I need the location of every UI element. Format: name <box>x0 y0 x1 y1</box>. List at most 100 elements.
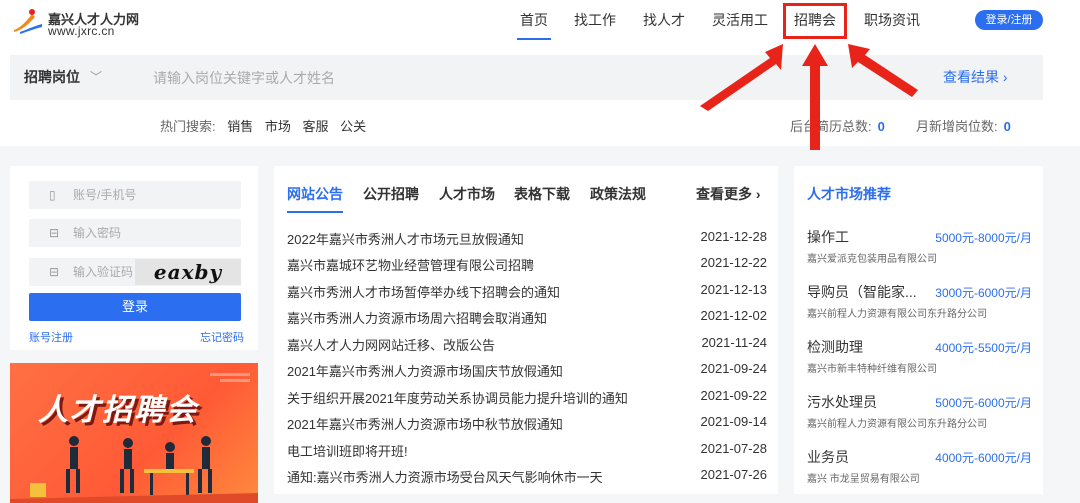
header: 嘉兴人才人力网 www.jxrc.cn 首页 找工作 找人才 灵活用工 招聘会 … <box>0 0 1080 146</box>
news-item[interactable]: 嘉兴市秀洲人力资源市场周六招聘会取消通知 2021-12-02 <box>287 308 767 327</box>
news-date: 2021-07-28 <box>700 441 768 456</box>
job-company: 嘉兴爱派克包装用品有限公司 <box>807 254 937 265</box>
annotation-highlight-box <box>783 3 847 39</box>
shield-icon: ⊟ <box>49 265 60 279</box>
view-results-button[interactable]: 查看结果 › <box>943 55 1008 100</box>
news-title: 电工培训班即将开班! <box>287 444 408 459</box>
news-date: 2021-09-22 <box>700 388 768 403</box>
news-item[interactable]: 2021年嘉兴市秀洲人力资源市场国庆节放假通知 2021-09-24 <box>287 361 767 380</box>
new-jobs-label: 月新增岗位数: <box>916 119 998 134</box>
tab-site-announcements[interactable]: 网站公告 <box>287 184 343 213</box>
logo-url: www.jxrc.cn <box>48 24 115 38</box>
login-button[interactable]: 登录 <box>29 293 241 321</box>
login-panel: ▯ 账号/手机号 ⊟ 输入密码 ⊟ 输入验证码 eaxby 登录 账号注册 忘记… <box>10 166 258 350</box>
job-salary: 3000元-6000元/月 <box>935 286 1032 300</box>
resume-count-value: 0 <box>877 119 885 134</box>
news-panel: 网站公告 公开招聘 人才市场 表格下载 政策法规 查看更多 › 2022年嘉兴市… <box>274 166 778 494</box>
forgot-password-link[interactable]: 忘记密码 <box>200 329 244 345</box>
news-date: 2021-12-13 <box>700 282 768 297</box>
tab-form-download[interactable]: 表格下载 <box>514 184 570 204</box>
news-title: 2021年嘉兴市秀洲人力资源市场国庆节放假通知 <box>287 364 563 379</box>
news-title: 关于组织开展2021年度劳动关系协调员能力提升培训的通知 <box>287 391 628 406</box>
news-date: 2021-07-26 <box>700 467 768 482</box>
chevron-right-icon: › <box>1002 69 1008 85</box>
news-date: 2021-09-24 <box>700 361 768 376</box>
news-date: 2021-09-14 <box>700 414 768 429</box>
job-company: 嘉兴市新丰特种纤维有限公司 <box>807 364 937 375</box>
job-company: 嘉兴 市龙呈贸易有限公司 <box>807 474 920 485</box>
password-placeholder: 输入密码 <box>73 226 122 240</box>
resume-count-label: 后台简历总数: <box>790 119 872 134</box>
login-register-button[interactable]: 登录/注册 <box>975 10 1043 30</box>
job-company: 嘉兴前程人力资源有限公司东升路分公司 <box>807 309 987 320</box>
tab-public-recruitment[interactable]: 公开招聘 <box>363 184 419 204</box>
job-salary: 5000元-8000元/月 <box>935 231 1032 245</box>
news-date: 2021-12-22 <box>700 255 768 270</box>
news-item[interactable]: 电工培训班即将开班! 2021-07-28 <box>287 441 767 460</box>
nav-find-talent[interactable]: 找人才 <box>643 0 685 40</box>
hot-search-label: 热门搜索: <box>160 119 216 134</box>
captcha-placeholder: 输入验证码 <box>73 265 134 279</box>
news-item[interactable]: 嘉兴市嘉城环艺物业经营管理有限公司招聘 2021-12-22 <box>287 255 767 274</box>
news-title: 2022年嘉兴市秀洲人才市场元旦放假通知 <box>287 232 524 247</box>
news-item[interactable]: 通知:嘉兴市秀洲人力资源市场受台风天气影响休市一天 2021-07-26 <box>287 467 767 486</box>
nav-career-news[interactable]: 职场资讯 <box>864 0 920 40</box>
nav-find-job[interactable]: 找工作 <box>574 0 616 40</box>
captcha-image[interactable]: eaxby <box>135 259 241 285</box>
account-field[interactable]: ▯ 账号/手机号 <box>29 181 241 209</box>
news-title: 嘉兴市嘉城环艺物业经营管理有限公司招聘 <box>287 258 535 273</box>
tab-talent-market[interactable]: 人才市场 <box>439 184 495 204</box>
job-title: 操作工 <box>807 229 849 245</box>
news-item[interactable]: 2022年嘉兴市秀洲人才市场元旦放假通知 2021-12-28 <box>287 229 767 248</box>
news-title: 通知:嘉兴市秀洲人力资源市场受台风天气影响休市一天 <box>287 470 603 485</box>
hot-search: 热门搜索: 销售 市场 客服 公关 <box>160 116 374 135</box>
news-item[interactable]: 嘉兴市秀洲人才市场暂停举办线下招聘会的通知 2021-12-13 <box>287 282 767 301</box>
news-title: 嘉兴市秀洲人才市场暂停举办线下招聘会的通知 <box>287 285 561 300</box>
account-placeholder: 账号/手机号 <box>73 188 137 202</box>
search-bar: 招聘岗位 ﹀ 查看结果 › <box>10 55 1043 100</box>
hot-keyword[interactable]: 客服 <box>303 119 329 134</box>
news-title: 嘉兴市秀洲人力资源市场周六招聘会取消通知 <box>287 311 548 326</box>
banner-illustration <box>10 373 258 503</box>
job-fair-banner[interactable]: 人才招聘会 <box>10 363 258 503</box>
job-salary: 5000元-6000元/月 <box>935 396 1032 410</box>
job-title: 业务员 <box>807 449 849 465</box>
resume-count: 后台简历总数: 0 <box>790 116 885 135</box>
news-item[interactable]: 关于组织开展2021年度劳动关系协调员能力提升培训的通知 2021-09-22 <box>287 388 767 407</box>
job-salary: 4000元-5500元/月 <box>935 341 1032 355</box>
talent-market-panel: 人才市场推荐 操作工 5000元-8000元/月 嘉兴爱派克包装用品有限公司 导… <box>794 166 1043 494</box>
nav-home[interactable]: 首页 <box>517 0 551 40</box>
chevron-right-icon: › <box>755 186 761 202</box>
job-title: 导购员（智能家... <box>807 284 917 300</box>
captcha-field[interactable]: ⊟ 输入验证码 eaxby <box>29 258 241 286</box>
hot-keyword[interactable]: 销售 <box>227 119 253 134</box>
new-jobs-count: 月新增岗位数: 0 <box>916 116 1011 135</box>
lock-icon: ⊟ <box>49 226 60 240</box>
hot-keyword[interactable]: 公关 <box>340 119 366 134</box>
view-results-label: 查看结果 <box>943 69 999 85</box>
new-jobs-value: 0 <box>1003 119 1011 134</box>
job-company: 嘉兴前程人力资源有限公司东升路分公司 <box>807 419 987 430</box>
news-date: 2021-12-28 <box>700 229 768 244</box>
search-input[interactable] <box>153 64 653 91</box>
register-link[interactable]: 账号注册 <box>29 329 73 345</box>
news-date: 2021-11-24 <box>701 335 767 350</box>
search-category-select[interactable]: 招聘岗位 <box>24 55 80 100</box>
news-title: 2021年嘉兴市秀洲人力资源市场中秋节放假通知 <box>287 417 563 432</box>
hot-keyword[interactable]: 市场 <box>265 119 291 134</box>
view-more-label: 查看更多 <box>696 186 752 202</box>
nav-flexible-work[interactable]: 灵活用工 <box>712 0 768 40</box>
market-title: 人才市场推荐 <box>807 186 891 202</box>
news-item[interactable]: 嘉兴人才人力网网站迁移、改版公告 2021-11-24 <box>287 335 767 354</box>
job-title: 污水处理员 <box>807 394 877 410</box>
news-title: 嘉兴人才人力网网站迁移、改版公告 <box>287 338 496 353</box>
news-item[interactable]: 2021年嘉兴市秀洲人力资源市场中秋节放假通知 2021-09-14 <box>287 414 767 433</box>
tab-policies[interactable]: 政策法规 <box>590 184 646 204</box>
job-title: 检测助理 <box>807 339 863 355</box>
view-more-link[interactable]: 查看更多 › <box>696 184 761 204</box>
chevron-down-icon[interactable]: ﹀ <box>90 55 102 100</box>
site-logo[interactable]: 嘉兴人才人力网 www.jxrc.cn <box>12 6 142 38</box>
password-field[interactable]: ⊟ 输入密码 <box>29 219 241 247</box>
job-salary: 4000元-6000元/月 <box>935 451 1032 465</box>
phone-icon: ▯ <box>49 188 56 202</box>
